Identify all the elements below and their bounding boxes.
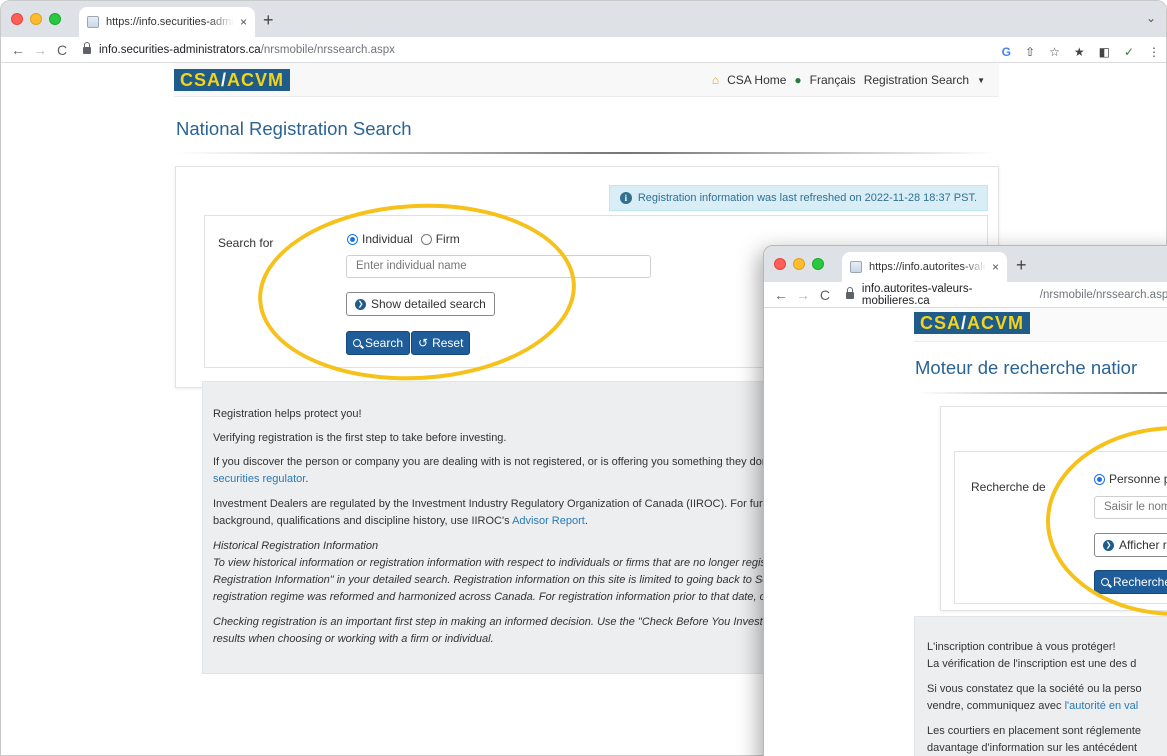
registration-search-menu[interactable]: Registration Search <box>864 73 969 87</box>
info-p2: Verifying registration is the first step… <box>213 432 507 444</box>
logo-text-acvm-fr: ACVM <box>967 313 1025 333</box>
autorite-link-fr[interactable]: l'autorité en val <box>1065 700 1139 712</box>
back-arrow-icon[interactable]: ← <box>9 42 27 58</box>
tab-title: https://info.securities-administrators.c… <box>106 16 234 28</box>
tab-strip: https://info.securities-administrators.c… <box>1 1 1166 37</box>
tab-close-icon[interactable]: × <box>240 15 247 29</box>
csa-acvm-logo[interactable]: CSA/ACVM <box>174 69 291 91</box>
info-p3-line2-fr: vendre, communiquez avec l'autorité en v… <box>927 698 1138 715</box>
globe-icon: ● <box>794 73 802 87</box>
search-for-label: Search for <box>218 236 274 250</box>
csa-acvm-logo-fr[interactable]: CSA/ACVM <box>914 312 1031 334</box>
browser-toolbar: ← → C info.securities-administrators.ca /… <box>1 37 1166 63</box>
extensions-puzzle-icon[interactable]: ★ <box>1074 45 1085 59</box>
bookmark-star-icon[interactable]: ☆ <box>1049 45 1060 59</box>
minimize-window-button[interactable] <box>30 13 42 25</box>
forward-arrow-icon[interactable]: → <box>31 42 49 58</box>
browser-tab[interactable]: https://info.securities-administrators.c… <box>79 7 255 37</box>
page-favicon-icon-fr <box>850 261 862 273</box>
close-window-button[interactable] <box>11 13 23 25</box>
securities-regulator-link[interactable]: securities regulator <box>213 473 305 485</box>
tab-search-chevron-icon[interactable]: ⌄ <box>1146 11 1156 25</box>
check-line1: Checking registration is an important fi… <box>213 614 778 631</box>
refresh-info-text: Registration information was last refres… <box>637 192 977 204</box>
tab-strip-fr: https://info.autorites-valeurs-mobiliere… <box>764 246 1167 282</box>
tab-title-fr: https://info.autorites-valeurs-mobiliere… <box>869 261 986 273</box>
url-host-fr: info.autorites-valeurs-mobilieres.ca <box>861 282 973 307</box>
check-text: Checking registration is an important fi… <box>213 616 770 628</box>
url-host: info.securities-administrators.ca <box>99 43 261 56</box>
info-icon: i <box>619 192 632 204</box>
site-navbar: CSA/ACVM ⌂ CSA Home ● Français Registrat… <box>174 63 999 97</box>
new-tab-button[interactable]: + <box>263 10 274 31</box>
page-title: National Registration Search <box>176 118 412 139</box>
browser-toolbar-fr: ← → C info.autorites-valeurs-mobilieres.… <box>764 282 1167 308</box>
caret-down-icon: ▼ <box>977 75 985 85</box>
csa-home-link[interactable]: CSA Home <box>727 73 786 87</box>
title-divider <box>176 152 996 154</box>
advisor-report-link[interactable]: Advisor Report <box>512 515 585 527</box>
title-divider-fr <box>915 392 1167 394</box>
info-panel: Registration helps protect you! Verifyin… <box>202 381 802 674</box>
lock-icon-fr <box>845 287 854 299</box>
page-title-fr: Moteur de recherche natior <box>915 357 1138 378</box>
logo-text-csa-fr: CSA <box>920 313 962 333</box>
address-bar-fr[interactable]: info.autorites-valeurs-mobilieres.ca/nrs… <box>845 282 1167 307</box>
window-controls <box>11 13 61 25</box>
logo-text-acvm: ACVM <box>227 70 285 90</box>
info-p4-text: background, qualifications and disciplin… <box>213 515 513 527</box>
info-p4-line2: background, qualifications and disciplin… <box>213 513 588 530</box>
house-icon: ⌂ <box>711 73 720 87</box>
page-favicon-icon <box>87 16 99 28</box>
share-icon[interactable]: ⇧ <box>1025 45 1035 59</box>
lock-icon <box>83 42 91 54</box>
info-p1: Registration helps protect you! <box>213 408 362 420</box>
reload-icon[interactable]: C <box>53 42 71 58</box>
info-p3-line1: If you discover the person or company yo… <box>213 456 774 468</box>
google-icon[interactable]: G <box>1002 45 1011 59</box>
reload-icon-fr[interactable]: C <box>816 287 834 303</box>
url-path: /nrsmobile/nrssearch.aspx <box>260 43 395 56</box>
address-bar[interactable]: info.securities-administrators.ca/nrsmob… <box>83 42 395 56</box>
window-controls-fr <box>774 258 824 270</box>
site-menu: ⌂ CSA Home ● Français Registration Searc… <box>712 73 985 87</box>
info-p4-line2-fr: davantage d'information sur les antécéde… <box>927 742 1138 754</box>
maximize-window-button[interactable] <box>49 13 61 25</box>
close-window-button-fr[interactable] <box>774 258 786 270</box>
minimize-window-button-fr[interactable] <box>793 258 805 270</box>
url-path-fr: /nrsmobile/nrssearch.aspx <box>1039 288 1167 301</box>
historical-heading: Historical Registration Information <box>213 540 379 552</box>
info-p3-text-fr: vendre, communiquez avec <box>927 700 1065 712</box>
info-p4-period: . <box>584 515 588 527</box>
browser-tab-fr[interactable]: https://info.autorites-valeurs-mobiliere… <box>842 252 1007 282</box>
extension-check-icon[interactable]: ✓ <box>1124 45 1134 59</box>
info-p4-line1: Investment Dealers are regulated by the … <box>213 498 782 510</box>
browser-window-french: https://info.autorites-valeurs-mobiliere… <box>763 245 1167 756</box>
info-p3-period: . <box>305 473 309 485</box>
search-for-label-fr: Recherche de <box>971 480 1046 494</box>
refresh-info-alert: i Registration information was last refr… <box>608 185 988 211</box>
maximize-window-button-fr[interactable] <box>812 258 824 270</box>
check-line2: results when choosing or working with a … <box>213 633 494 645</box>
info-p3-line2: securities regulator. <box>213 471 308 488</box>
historical-line3: registration regime was reformed and har… <box>213 591 772 603</box>
francais-link[interactable]: Français <box>810 73 856 87</box>
forward-arrow-icon-fr[interactable]: → <box>794 287 812 303</box>
logo-text-csa: CSA <box>180 70 222 90</box>
info-p4-line1-fr: Les courtiers en placement sont réglemen… <box>927 725 1142 737</box>
back-arrow-icon-fr[interactable]: ← <box>772 287 790 303</box>
site-navbar-fr: CSA/ACVM <box>914 308 1167 342</box>
info-p2-fr: La vérification de l'inscription est une… <box>927 658 1137 670</box>
browser-menu-icon[interactable]: ⋮ <box>1148 45 1160 59</box>
extension-icons: G ⇧ ☆ ★ ◧ ✓ ⋮ <box>1002 45 1160 59</box>
info-p1-fr: L'inscription contribue à vous protéger! <box>927 641 1116 653</box>
info-p3-line1-fr: Si vous constatez que la société ou la p… <box>927 683 1142 695</box>
info-panel-fr: L'inscription contribue à vous protéger!… <box>914 616 1167 756</box>
sidepanel-icon[interactable]: ◧ <box>1099 45 1110 59</box>
historical-line1: To view historical information or regist… <box>213 557 766 569</box>
new-tab-button-fr[interactable]: + <box>1016 255 1027 276</box>
historical-line2: Registration Information" in your detail… <box>213 574 775 586</box>
tab-close-icon-fr[interactable]: × <box>992 260 999 274</box>
